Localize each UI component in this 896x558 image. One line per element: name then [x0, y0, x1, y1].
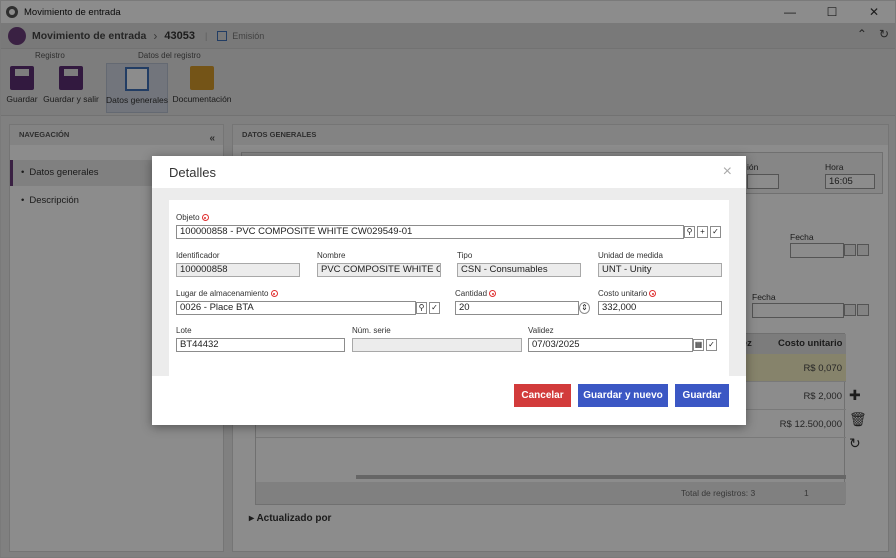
calendar-icon[interactable]: ▦ — [693, 339, 704, 351]
details-dialog: Detalles × Objeto 100000858 - PVC COMPOS… — [152, 156, 746, 425]
costo-field[interactable]: 332,000 — [598, 301, 722, 315]
tipo-field: CSN - Consumables — [457, 263, 581, 277]
nombre-field: PVC COMPOSITE WHITE C' — [317, 263, 441, 277]
cantidad-label-text: Cantidad — [455, 289, 488, 298]
validez-field[interactable]: 07/03/2025 — [528, 338, 693, 352]
num-serie-label: Núm. serie — [352, 326, 391, 335]
required-icon — [270, 290, 278, 297]
clear-brush-icon[interactable]: ✓ — [429, 302, 440, 314]
unidad-label: Unidad de medida — [598, 251, 663, 260]
dialog-footer: Cancelar Guardar y nuevo Guardar — [152, 376, 746, 425]
objeto-label-text: Objeto — [176, 213, 200, 222]
dialog-title: Detalles — [169, 165, 216, 180]
save-and-new-button[interactable]: Guardar y nuevo — [578, 384, 668, 407]
lugar-field[interactable]: 0026 - Place BTA — [176, 301, 416, 315]
lote-field[interactable]: BT44432 — [176, 338, 345, 352]
identificador-label: Identificador — [176, 251, 220, 260]
dialog-body: Objeto 100000858 - PVC COMPOSITE WHITE C… — [152, 188, 746, 376]
lote-label: Lote — [176, 326, 192, 335]
costo-label-text: Costo unitario — [598, 289, 648, 298]
clear-brush-icon[interactable]: ✓ — [710, 226, 721, 238]
tipo-label: Tipo — [457, 251, 473, 260]
search-icon[interactable]: ⚲ — [416, 302, 427, 314]
search-icon[interactable]: ⚲ — [684, 226, 695, 238]
required-icon — [489, 290, 497, 297]
application-window: Movimiento de entrada — ☐ ✕ Movimiento d… — [0, 0, 896, 558]
close-icon[interactable]: × — [723, 163, 732, 181]
cantidad-field[interactable]: 20 — [455, 301, 579, 315]
nombre-label: Nombre — [317, 251, 346, 260]
identificador-field: 100000858 — [176, 263, 300, 277]
cancel-button[interactable]: Cancelar — [514, 384, 571, 407]
save-button[interactable]: Guardar — [675, 384, 729, 407]
num-serie-field — [352, 338, 522, 352]
unidad-field: UNT - Unity — [598, 263, 722, 277]
costo-label: Costo unitario — [598, 289, 657, 298]
add-icon[interactable]: + — [697, 226, 708, 238]
required-icon — [649, 290, 657, 297]
required-icon — [201, 214, 209, 221]
cantidad-label: Cantidad — [455, 289, 497, 298]
clear-brush-icon[interactable]: ✓ — [706, 339, 717, 351]
lugar-label-text: Lugar de almacenamiento — [176, 289, 269, 298]
details-form: Objeto 100000858 - PVC COMPOSITE WHITE C… — [169, 200, 729, 376]
lugar-label: Lugar de almacenamiento — [176, 289, 278, 298]
validez-label: Validez — [528, 326, 554, 335]
objeto-field[interactable]: 100000858 - PVC COMPOSITE WHITE CW029549… — [176, 225, 684, 239]
stepper-icon[interactable]: ⇕ — [579, 302, 590, 314]
objeto-label: Objeto — [176, 213, 209, 222]
